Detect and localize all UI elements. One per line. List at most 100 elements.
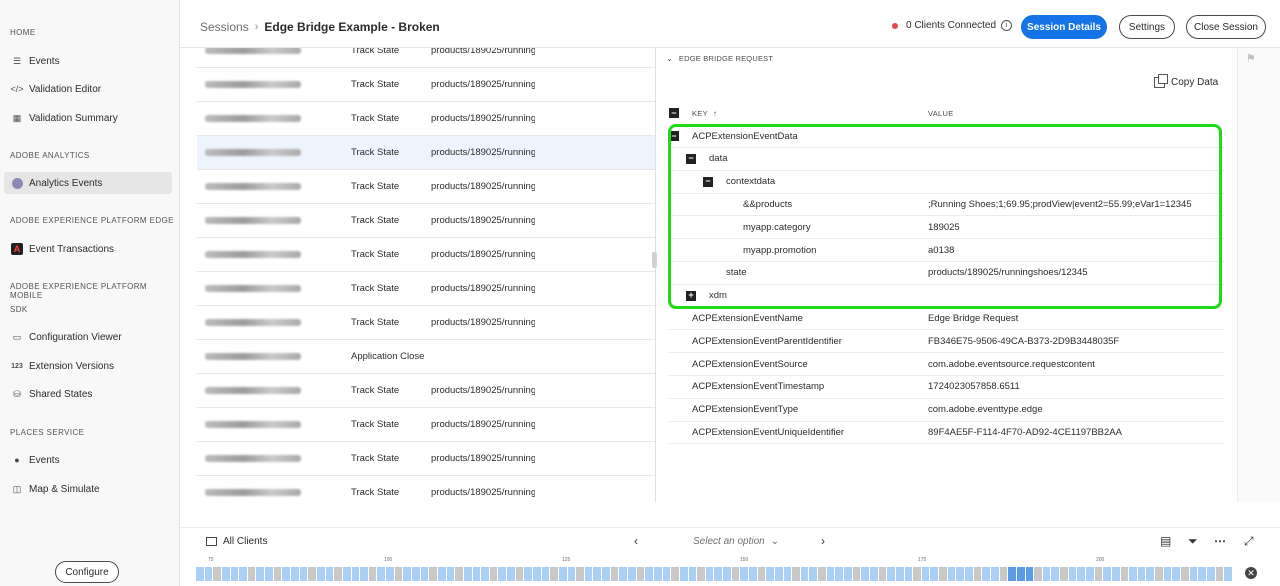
sidebar-item-shared-states[interactable]: ⛁ Shared States — [4, 383, 172, 405]
timeline-event-marker[interactable] — [282, 567, 291, 581]
timeline-event-marker[interactable] — [1224, 567, 1232, 581]
timeline-event-marker[interactable] — [645, 567, 653, 581]
table-row[interactable]: Track State products/189025/runningshoes/… — [197, 476, 655, 502]
timeline-event-marker[interactable] — [653, 567, 662, 581]
timeline-event-marker[interactable] — [990, 567, 999, 581]
table-row[interactable]: Track State products/189025/runningshoes/… — [197, 272, 655, 306]
timeline-event-marker[interactable] — [593, 567, 602, 581]
collapse-all-icon[interactable]: − — [669, 108, 679, 118]
timeline-event-marker[interactable] — [921, 567, 930, 581]
timeline-event-marker[interactable] — [774, 567, 783, 581]
timeline-event-marker[interactable] — [688, 567, 697, 581]
timeline-event-marker[interactable] — [749, 567, 757, 581]
timeline-event-marker[interactable] — [256, 567, 265, 581]
table-row[interactable]: Application Close — [197, 340, 655, 374]
timeline-event-marker[interactable] — [904, 567, 913, 581]
timeline-event-marker[interactable] — [1025, 567, 1034, 581]
timeline-event-marker[interactable] — [628, 567, 636, 581]
timeline-event-marker[interactable] — [1077, 567, 1085, 581]
timeline-event-marker[interactable] — [351, 567, 360, 581]
timeline-event-marker[interactable] — [679, 567, 688, 581]
timeline-event-marker[interactable] — [1189, 567, 1198, 581]
sidebar-item-events[interactable]: ☰ Events — [4, 50, 172, 72]
expand-icon[interactable]: + — [686, 290, 696, 301]
more-icon[interactable]: ⋯ — [1214, 534, 1226, 548]
chevron-right-icon[interactable]: › — [821, 534, 825, 548]
sidebar-item-analytics-events[interactable]: Analytics Events — [4, 172, 172, 194]
timeline-event-marker[interactable] — [766, 567, 774, 581]
sidebar-item-validation-summary[interactable]: ▦ Validation Summary — [4, 107, 172, 129]
timeline-event-marker[interactable] — [913, 567, 921, 581]
timeline-event-marker[interactable] — [463, 567, 472, 581]
timeline-event-marker[interactable] — [852, 567, 861, 581]
timeline-event-marker[interactable] — [1060, 567, 1068, 581]
timeline-event-marker[interactable] — [213, 567, 221, 581]
timeline-event-marker[interactable] — [956, 567, 965, 581]
timeline-event-marker[interactable] — [1068, 567, 1077, 581]
timeline-event-marker[interactable] — [403, 567, 412, 581]
timeline-event-marker[interactable] — [809, 567, 818, 581]
timeline-event-marker[interactable] — [558, 567, 567, 581]
settings-button[interactable]: Settings — [1119, 15, 1175, 39]
table-row[interactable]: Track State products/189025/runningshoes/… — [197, 238, 655, 272]
timeline-event-marker[interactable] — [429, 567, 437, 581]
copy-data-button[interactable]: Copy Data — [1154, 74, 1218, 88]
timeline-event-marker[interactable] — [239, 567, 247, 581]
timeline-event-marker[interactable] — [360, 567, 368, 581]
timeline-track[interactable] — [196, 567, 1232, 581]
timeline-event-marker[interactable] — [541, 567, 550, 581]
info-icon[interactable]: i — [1001, 20, 1013, 31]
timeline-event-marker[interactable] — [412, 567, 420, 581]
timeline-event-marker[interactable] — [965, 567, 973, 581]
timeline-event-marker[interactable] — [783, 567, 792, 581]
table-row[interactable]: Track State products/189025/runningshoes/… — [197, 306, 655, 340]
timeline-event-marker[interactable] — [316, 567, 325, 581]
filter-icon[interactable]: ⏷ — [1188, 534, 1198, 549]
timeline-event-marker[interactable] — [1085, 567, 1094, 581]
timeline-event-marker[interactable] — [498, 567, 507, 581]
table-row[interactable]: Track State products/189025/runningshoes/… — [197, 170, 655, 204]
table-row[interactable]: Track State products/189025/runningshoes/… — [197, 408, 655, 442]
sidebar-item-configuration-viewer[interactable]: ▭ Configuration Viewer — [4, 326, 172, 348]
timeline-event-marker[interactable] — [895, 567, 904, 581]
timeline-event-marker[interactable] — [1051, 567, 1060, 581]
timeline-event-marker[interactable] — [731, 567, 740, 581]
collapse-icon[interactable]: − — [669, 131, 679, 141]
timeline-event-marker[interactable] — [869, 567, 878, 581]
timeline-event-marker[interactable] — [740, 567, 748, 581]
timeline-event-marker[interactable] — [230, 567, 239, 581]
timeline-event-marker[interactable] — [1146, 567, 1155, 581]
timeline-event-marker[interactable] — [377, 567, 386, 581]
timeline-event-marker[interactable] — [515, 567, 524, 581]
timeline-event-marker[interactable] — [507, 567, 515, 581]
tree-row[interactable]: − data — [669, 148, 1225, 171]
timeline-event-marker[interactable] — [386, 567, 394, 581]
key-column-header[interactable]: KEY — [692, 109, 708, 118]
timeline-event-marker[interactable] — [481, 567, 489, 581]
timeline-event-marker[interactable] — [291, 567, 299, 581]
collapse-icon[interactable]: − — [703, 176, 713, 187]
option-select[interactable]: Select an option ⌄ — [693, 536, 779, 547]
configure-button[interactable]: Configure — [55, 561, 119, 583]
timeline-event-marker[interactable] — [1163, 567, 1172, 581]
tree-row[interactable]: + xdm — [669, 285, 1225, 308]
sidebar-item-extension-versions[interactable]: 123 Extension Versions — [4, 355, 172, 377]
timeline-event-marker[interactable] — [662, 567, 671, 581]
timeline-event-marker[interactable] — [1181, 567, 1189, 581]
timeline-event-marker[interactable] — [342, 567, 351, 581]
timeline-event-marker[interactable] — [861, 567, 869, 581]
sidebar-item-event-transactions[interactable]: A Event Transactions — [4, 238, 172, 260]
timeline-event-marker[interactable] — [446, 567, 455, 581]
timeline-event-marker[interactable] — [489, 567, 498, 581]
table-row[interactable]: Track State products/189025/runningshoes/… — [197, 204, 655, 238]
table-row[interactable]: Track State products/189025/runningshoes/… — [197, 102, 655, 136]
timeline-event-marker[interactable] — [610, 567, 619, 581]
timeline-event-marker[interactable] — [930, 567, 939, 581]
sidebar-item-places-events[interactable]: ● Events — [4, 449, 172, 471]
timeline-event-marker[interactable] — [334, 567, 342, 581]
timeline-event-marker[interactable] — [844, 567, 852, 581]
timeline-event-marker[interactable] — [204, 567, 213, 581]
timeline-event-marker[interactable] — [455, 567, 463, 581]
timeline-event-marker[interactable] — [550, 567, 558, 581]
chevron-left-icon[interactable]: ‹ — [634, 534, 638, 548]
